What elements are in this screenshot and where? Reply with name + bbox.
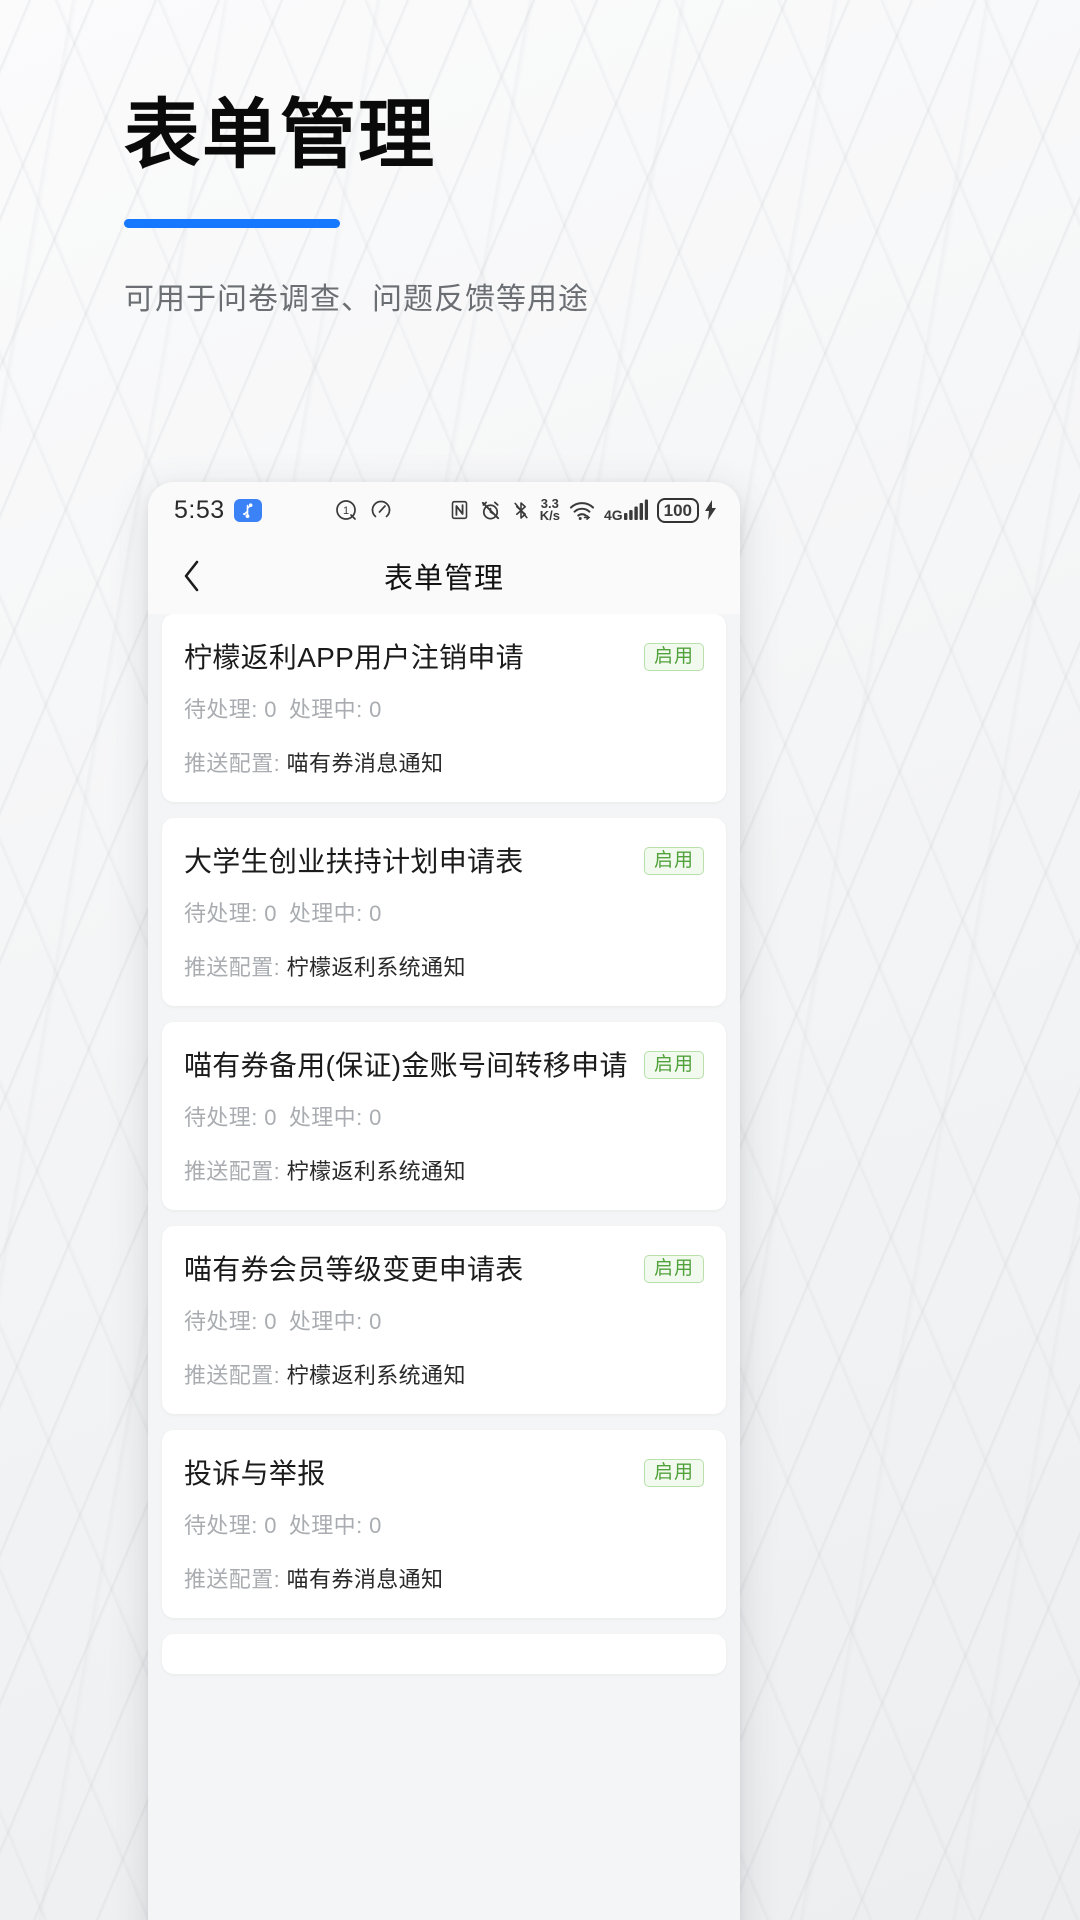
status-bar: 5:53 1 3.3 K/s 4G 100 bbox=[148, 482, 740, 538]
processing-value: 0 bbox=[369, 1309, 382, 1334]
form-title: 柠檬返利APP用户注销申请 bbox=[184, 642, 524, 673]
alarm-off-icon bbox=[479, 499, 502, 522]
list-item[interactable]: 喵有券会员等级变更申请表 启用 待处理: 0 处理中: 0 推送配置: 柠檬返利系… bbox=[162, 1226, 726, 1414]
status-badge: 启用 bbox=[643, 847, 704, 875]
processing-label: 处理中: bbox=[288, 1513, 363, 1538]
status-bar-left: 5:53 bbox=[174, 496, 262, 525]
list-item[interactable]: 大学生创业扶持计划申请表 启用 待处理: 0 处理中: 0 推送配置: 柠檬返利系… bbox=[162, 818, 726, 1006]
pending-label: 待处理: bbox=[184, 697, 258, 722]
app-bar-title: 表单管理 bbox=[383, 563, 504, 595]
phone-mockup: 5:53 1 3.3 K/s 4G 100 表单管理 柠檬返利APP用户注销申请… bbox=[148, 482, 740, 1920]
processing-label: 处理中: bbox=[288, 697, 363, 722]
push-config-label: 推送配置: bbox=[184, 1363, 281, 1388]
form-counts: 待处理: 0 处理中: 0 bbox=[184, 1100, 704, 1132]
list-item[interactable]: 喵有券备用(保证)金账号间转移申请 启用 待处理: 0 处理中: 0 推送配置: … bbox=[162, 1022, 726, 1210]
form-title: 喵有券备用(保证)金账号间转移申请 bbox=[184, 1050, 628, 1081]
lightning-bolt-icon bbox=[704, 500, 718, 520]
pending-label: 待处理: bbox=[184, 1105, 258, 1130]
card-header-row: 柠檬返利APP用户注销申请 启用 bbox=[184, 640, 704, 675]
bluetooth-off-icon bbox=[511, 499, 531, 522]
form-title: 大学生创业扶持计划申请表 bbox=[184, 846, 524, 877]
list-item[interactable]: 投诉与举报 启用 待处理: 0 处理中: 0 推送配置: 喵有券消息通知 bbox=[162, 1430, 726, 1618]
form-title: 投诉与举报 bbox=[184, 1458, 326, 1489]
processing-value: 0 bbox=[369, 1513, 382, 1538]
network-speed: 3.3 K/s bbox=[539, 497, 560, 523]
card-header-row: 喵有券会员等级变更申请表 启用 bbox=[184, 1252, 704, 1287]
processing-value: 0 bbox=[369, 697, 382, 722]
chevron-left-icon bbox=[184, 560, 199, 592]
list-item[interactable]: 柠檬返利APP用户注销申请 启用 待处理: 0 处理中: 0 推送配置: 喵有券消… bbox=[162, 614, 726, 802]
processing-value: 0 bbox=[369, 901, 382, 926]
push-config-label: 推送配置: bbox=[184, 1159, 281, 1184]
status-time: 5:53 bbox=[174, 495, 225, 524]
form-push-config: 推送配置: 柠檬返利系统通知 bbox=[184, 950, 704, 982]
status-bar-right: 3.3 K/s 4G 100 bbox=[449, 497, 718, 523]
mobile-network-label: 4G bbox=[603, 507, 623, 523]
app-bar: 表单管理 bbox=[148, 538, 740, 614]
form-push-config: 推送配置: 喵有券消息通知 bbox=[184, 746, 704, 778]
page-subtitle: 可用于问卷调查、问题反馈等用途 bbox=[124, 283, 589, 317]
processing-value: 0 bbox=[369, 1105, 382, 1130]
mobile-signal-icon: 4G bbox=[603, 499, 648, 523]
network-speed-unit: K/s bbox=[539, 508, 560, 523]
pending-label: 待处理: bbox=[184, 1309, 258, 1334]
pending-label: 待处理: bbox=[184, 1513, 258, 1538]
speed-gauge-icon bbox=[369, 498, 393, 522]
wifi-icon bbox=[569, 500, 595, 521]
push-config-label: 推送配置: bbox=[184, 955, 281, 980]
usb-icon bbox=[233, 498, 262, 522]
mute-ring-icon: 1 bbox=[334, 498, 358, 522]
pending-label: 待处理: bbox=[184, 901, 258, 926]
status-bar-middle: 1 bbox=[334, 498, 393, 522]
pending-value: 0 bbox=[264, 1513, 277, 1538]
svg-text:1: 1 bbox=[343, 505, 349, 517]
status-badge: 启用 bbox=[643, 643, 704, 671]
form-push-config: 推送配置: 柠檬返利系统通知 bbox=[184, 1358, 704, 1390]
battery-indicator: 100 bbox=[656, 497, 699, 523]
pending-value: 0 bbox=[264, 901, 277, 926]
processing-label: 处理中: bbox=[288, 1105, 363, 1130]
card-header-row: 投诉与举报 启用 bbox=[184, 1456, 704, 1491]
push-config-label: 推送配置: bbox=[184, 751, 281, 776]
pending-value: 0 bbox=[264, 1105, 277, 1130]
nfc-icon bbox=[449, 499, 470, 521]
processing-label: 处理中: bbox=[288, 901, 363, 926]
form-push-config: 推送配置: 柠檬返利系统通知 bbox=[184, 1154, 704, 1186]
page-title: 表单管理 bbox=[124, 90, 436, 179]
hero-header: 表单管理 可用于问卷调查、问题反馈等用途 bbox=[124, 92, 924, 318]
pending-value: 0 bbox=[264, 1309, 277, 1334]
form-push-config: 推送配置: 喵有券消息通知 bbox=[184, 1562, 704, 1594]
status-badge: 启用 bbox=[643, 1051, 704, 1079]
accent-rule bbox=[124, 219, 340, 229]
card-header-row: 大学生创业扶持计划申请表 启用 bbox=[184, 844, 704, 879]
push-config-value: 柠檬返利系统通知 bbox=[286, 955, 466, 980]
pending-value: 0 bbox=[264, 697, 277, 722]
card-header-row: 喵有券备用(保证)金账号间转移申请 启用 bbox=[184, 1048, 704, 1083]
form-counts: 待处理: 0 处理中: 0 bbox=[184, 1508, 704, 1540]
push-config-value: 柠檬返利系统通知 bbox=[286, 1363, 466, 1388]
push-config-value: 喵有券消息通知 bbox=[286, 1567, 444, 1592]
form-counts: 待处理: 0 处理中: 0 bbox=[184, 1304, 704, 1336]
push-config-label: 推送配置: bbox=[184, 1567, 281, 1592]
form-title: 喵有券会员等级变更申请表 bbox=[184, 1254, 524, 1285]
form-counts: 待处理: 0 处理中: 0 bbox=[184, 896, 704, 928]
status-badge: 启用 bbox=[643, 1459, 704, 1487]
form-list[interactable]: 柠檬返利APP用户注销申请 启用 待处理: 0 处理中: 0 推送配置: 喵有券消… bbox=[148, 614, 740, 1674]
processing-label: 处理中: bbox=[288, 1309, 363, 1334]
push-config-value: 柠檬返利系统通知 bbox=[286, 1159, 466, 1184]
list-item[interactable] bbox=[162, 1634, 726, 1674]
push-config-value: 喵有券消息通知 bbox=[286, 751, 444, 776]
status-badge: 启用 bbox=[643, 1255, 704, 1283]
form-counts: 待处理: 0 处理中: 0 bbox=[184, 692, 704, 724]
back-button[interactable] bbox=[170, 554, 214, 598]
